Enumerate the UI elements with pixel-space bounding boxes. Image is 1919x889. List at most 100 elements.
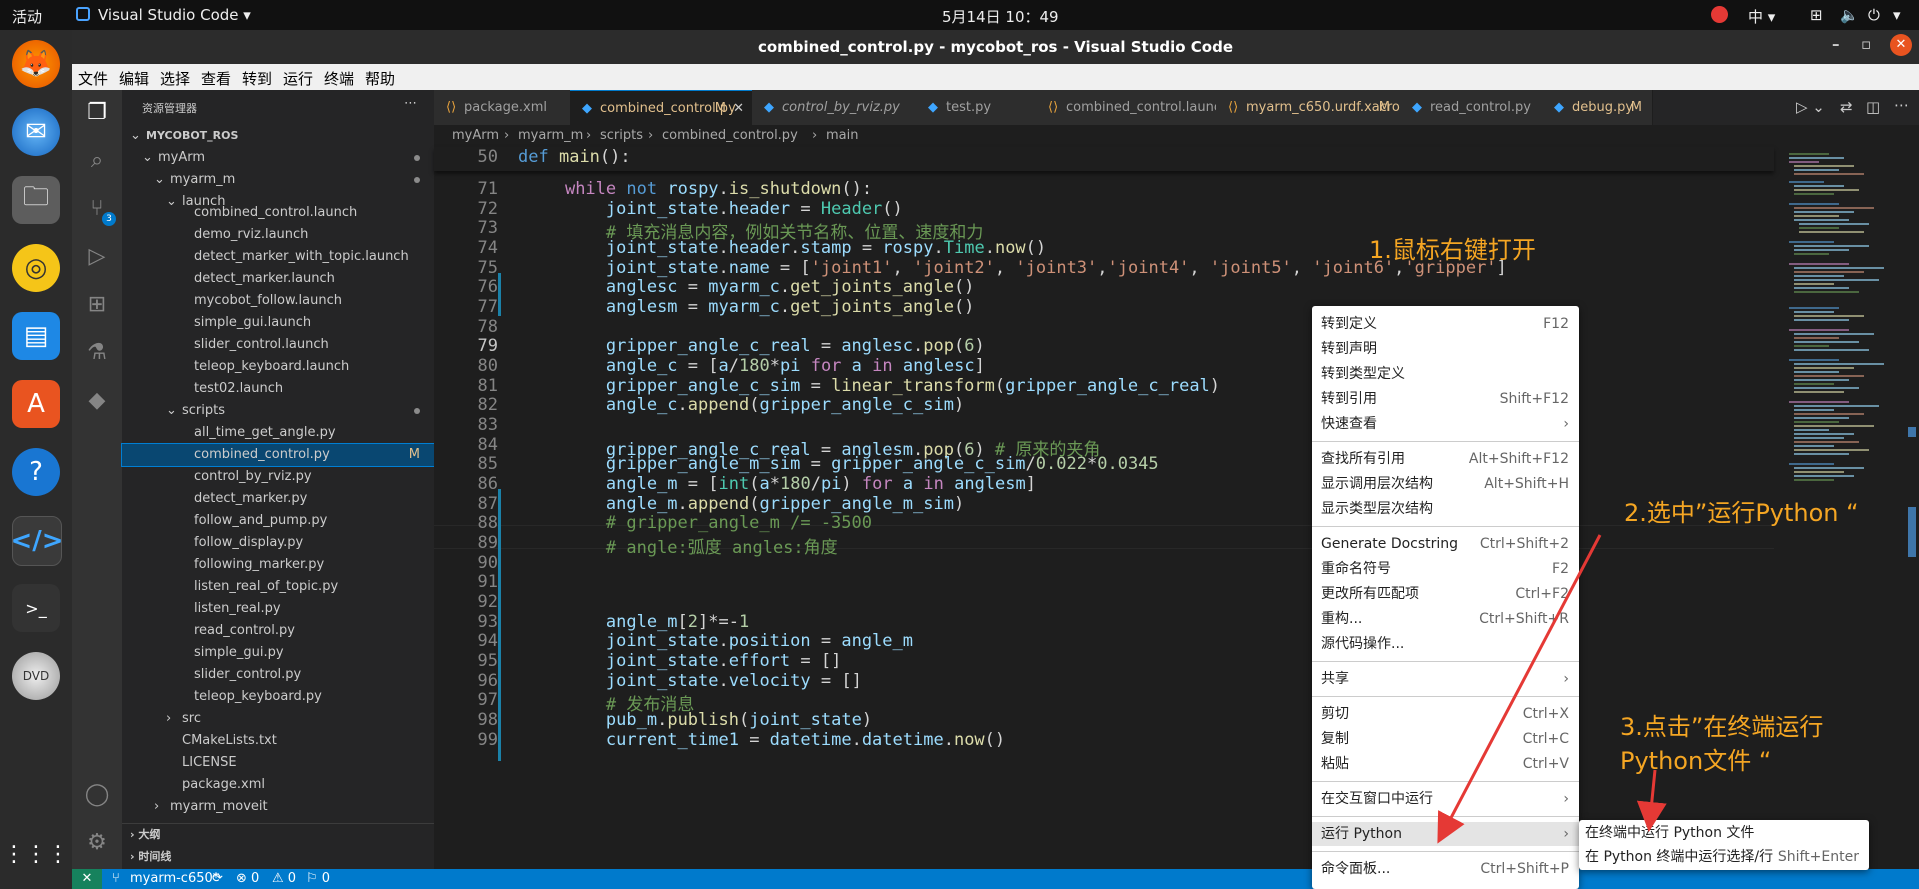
context-menu-item[interactable]: 更改所有匹配项 Ctrl+F2 bbox=[1312, 582, 1579, 606]
do-not-disturb-icon[interactable] bbox=[1711, 6, 1728, 23]
folder-item[interactable]: › src bbox=[122, 708, 434, 730]
testing-icon[interactable]: ⚗ bbox=[82, 338, 112, 368]
code-line[interactable]: angle_m = [int(a*180/pi) for a in angles… bbox=[524, 474, 1036, 494]
code-line[interactable]: gripper_angle_m_sim = gripper_angle_c_si… bbox=[524, 454, 1159, 474]
context-menu-item[interactable]: 重命名符号 F2 bbox=[1312, 557, 1579, 581]
warning-count[interactable]: ⚠ 0 bbox=[272, 871, 296, 886]
code-line[interactable]: angle_m[2]*=-1 bbox=[524, 612, 749, 632]
software-center-icon[interactable]: A bbox=[12, 380, 60, 428]
chevron-down-icon[interactable]: ⌄ bbox=[142, 147, 153, 169]
code-line[interactable]: angle_c.append(gripper_angle_c_sim) bbox=[524, 395, 964, 415]
dvd-icon[interactable]: DVD bbox=[12, 652, 60, 700]
code-line[interactable]: pub_m.publish(joint_state) bbox=[524, 710, 872, 730]
code-line[interactable]: joint_state.header = Header() bbox=[524, 199, 903, 219]
breadcrumb-item[interactable]: myarm_m bbox=[518, 125, 583, 147]
file-item[interactable]: detect_marker_with_topic.launch bbox=[122, 246, 434, 268]
code-line[interactable]: # gripper_angle_m /= -3500 bbox=[524, 513, 872, 533]
run-python-file-icon[interactable]: ▷ ⌄ bbox=[1796, 98, 1825, 116]
file-item[interactable]: control_by_rviz.py bbox=[122, 466, 434, 488]
code-line[interactable]: joint_state.effort = [] bbox=[524, 651, 841, 671]
breadcrumb-item[interactable]: main bbox=[826, 125, 858, 147]
rhythmbox-icon[interactable]: ◎ bbox=[12, 244, 60, 292]
network-icon[interactable]: ⊞ bbox=[1810, 6, 1823, 24]
timeline-section[interactable]: › 时间线 bbox=[130, 846, 171, 868]
file-item[interactable]: simple_gui.py bbox=[122, 642, 434, 664]
error-count[interactable]: ⊗ 0 bbox=[236, 871, 259, 886]
terminal-icon[interactable]: >_ bbox=[12, 584, 60, 632]
context-menu-item[interactable]: 快速查看 › bbox=[1312, 412, 1579, 436]
submenu-item[interactable]: 在终端中运行 Python 文件 bbox=[1579, 821, 1869, 845]
code-line[interactable]: anglesm = myarm_c.get_joints_angle() bbox=[524, 297, 975, 317]
folder-item[interactable]: › myarm_moveit bbox=[122, 796, 434, 818]
context-menu-item[interactable]: 剪切 Ctrl+X bbox=[1312, 702, 1579, 726]
sticky-scroll[interactable]: 50 def main(): bbox=[434, 147, 1774, 171]
show-apps-icon[interactable]: ⋮⋮⋮ bbox=[3, 830, 69, 878]
file-item[interactable]: detect_marker.launch bbox=[122, 268, 434, 290]
context-menu-item[interactable]: 粘贴 Ctrl+V bbox=[1312, 752, 1579, 776]
chevron-down-icon[interactable]: ▾ bbox=[1893, 6, 1901, 24]
code-line[interactable]: current_time1 = datetime.datetime.now() bbox=[524, 730, 1005, 750]
search-icon[interactable]: ⌕ bbox=[82, 146, 112, 176]
file-item[interactable]: LICENSE bbox=[122, 752, 434, 774]
folder-item[interactable]: ⌄ scripts bbox=[122, 400, 434, 422]
context-menu-item[interactable]: 复制 Ctrl+C bbox=[1312, 727, 1579, 751]
tab-2[interactable]: ◆ control_by_rviz.py bbox=[752, 90, 917, 125]
file-item[interactable]: package.xml bbox=[122, 774, 434, 796]
tab-7[interactable]: ◆ debug.py M bbox=[1542, 90, 1653, 125]
outline-section[interactable]: › 大纲 bbox=[130, 824, 160, 846]
context-menu-item[interactable]: 重构... Ctrl+Shift+R bbox=[1312, 607, 1579, 631]
menu-2[interactable]: 选择 bbox=[160, 68, 190, 89]
info-count[interactable]: ⚐ 0 bbox=[306, 871, 330, 886]
file-item[interactable]: follow_display.py bbox=[122, 532, 434, 554]
run-debug-icon[interactable]: ▷ bbox=[82, 242, 112, 272]
files-icon[interactable]: 🗀 bbox=[12, 176, 60, 224]
code-line[interactable]: joint_state.position = angle_m bbox=[524, 631, 913, 651]
account-icon[interactable]: ◯ bbox=[82, 780, 112, 810]
minimize-icon[interactable]: – bbox=[1832, 35, 1840, 53]
file-item[interactable]: listen_real_of_topic.py bbox=[122, 576, 434, 598]
close-icon[interactable]: ✕ bbox=[1890, 34, 1912, 56]
chevron-right-icon[interactable]: › bbox=[154, 796, 159, 818]
context-menu-item[interactable]: 转到声明 bbox=[1312, 337, 1579, 361]
chevron-down-icon[interactable]: ⌄ bbox=[154, 169, 165, 191]
code-line[interactable]: gripper_angle_c_real = anglesc.pop(6) bbox=[524, 336, 985, 356]
context-menu-item[interactable]: 共享 › bbox=[1312, 667, 1579, 691]
file-item[interactable]: read_control.py bbox=[122, 620, 434, 642]
breadcrumb-item[interactable]: myArm bbox=[452, 125, 499, 147]
more-actions-icon[interactable]: ⋯ bbox=[404, 96, 417, 111]
close-tab-icon[interactable]: ✕ bbox=[733, 91, 744, 126]
menu-4[interactable]: 转到 bbox=[242, 68, 272, 89]
writer-icon[interactable]: ▤ bbox=[12, 312, 60, 360]
input-method-indicator[interactable]: 中 ▾ bbox=[1748, 6, 1775, 27]
context-menu-item[interactable]: 命令面板... Ctrl+Shift+P bbox=[1312, 857, 1579, 881]
code-line[interactable]: angle_m.append(gripper_angle_m_sim) bbox=[524, 494, 964, 514]
file-item[interactable]: simple_gui.launch bbox=[122, 312, 434, 334]
remote-indicator-icon[interactable]: ✕ bbox=[72, 869, 102, 889]
file-item[interactable]: test02.launch bbox=[122, 378, 434, 400]
thunderbird-icon[interactable]: ✉ bbox=[12, 108, 60, 156]
context-menu-item[interactable]: 在交互窗口中运行 › bbox=[1312, 787, 1579, 811]
folder-item[interactable]: ⌄ myarm_m bbox=[122, 169, 434, 191]
tab-4[interactable]: ⟨⟩ combined_control.launch bbox=[1036, 90, 1217, 125]
file-item[interactable]: following_marker.py bbox=[122, 554, 434, 576]
tab-0[interactable]: ⟨⟩ package.xml bbox=[434, 90, 571, 125]
file-item[interactable]: all_time_get_angle.py bbox=[122, 422, 434, 444]
context-menu-item[interactable]: 查找所有引用 Alt+Shift+F12 bbox=[1312, 447, 1579, 471]
chevron-right-icon[interactable]: › bbox=[166, 708, 171, 730]
file-item[interactable]: detect_marker.py bbox=[122, 488, 434, 510]
file-item[interactable]: combined_control.py M bbox=[121, 443, 435, 467]
chevron-down-icon[interactable]: ⌄ bbox=[130, 125, 141, 147]
app-menu[interactable]: Visual Studio Code ▾ bbox=[98, 6, 251, 24]
context-menu-item[interactable]: Generate Docstring Ctrl+Shift+2 bbox=[1312, 532, 1579, 556]
file-item[interactable]: listen_real.py bbox=[122, 598, 434, 620]
maximize-icon[interactable]: ▫ bbox=[1861, 35, 1871, 53]
context-menu-item[interactable]: 转到定义 F12 bbox=[1312, 312, 1579, 336]
menu-3[interactable]: 查看 bbox=[201, 68, 231, 89]
tab-5[interactable]: ⟨⟩ myarm_c650.urdf.xacro M bbox=[1216, 90, 1401, 125]
file-item[interactable]: combined_control.launch bbox=[122, 202, 434, 224]
clock[interactable]: 5月14日 10：49 bbox=[942, 6, 1059, 27]
breadcrumb-item[interactable]: combined_control.py bbox=[662, 125, 798, 147]
power-icon[interactable]: ⏻ bbox=[1868, 6, 1880, 24]
tab-6[interactable]: ◆ read_control.py bbox=[1400, 90, 1543, 125]
code-line[interactable]: joint_state.velocity = [] bbox=[524, 671, 862, 691]
